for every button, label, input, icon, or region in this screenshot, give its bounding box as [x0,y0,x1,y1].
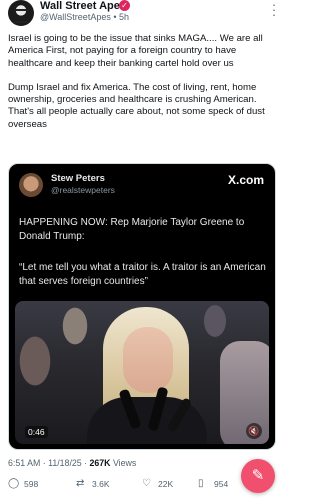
views-label: Views [110,458,137,468]
quoted-author-handle: @realstewpeters [51,185,115,195]
mute-icon[interactable]: 🔇 [246,423,262,439]
video-speaker-face [123,327,173,393]
handle-separator: • [110,12,119,22]
video-duration: 0:46 [25,426,48,438]
compose-icon: ✎ [251,467,265,484]
post-paragraph-2: Dump Israel and fix America. The cost of… [8,81,265,130]
reply-button[interactable]: ◯ 598 [8,478,38,489]
compose-button[interactable]: ✎ [241,459,275,493]
bookmark-button[interactable]: ▯ 954 [198,478,228,489]
like-button[interactable]: ♡ 22K [142,478,173,489]
more-options-icon[interactable]: · · · [270,0,278,21]
x-logo-icon: X.com [227,173,264,187]
post-header: Wall Street Apes ✓ @WallStreetApes • 5h … [8,0,278,26]
post-paragraph-1: Israel is going to be the issue that sin… [8,33,263,69]
bookmark-count: 954 [214,478,229,489]
verified-badge-icon: ✓ [119,0,130,11]
author-avatar[interactable] [8,0,34,26]
quoted-quote-text: “Let me tell you what a traitor is. A tr… [19,262,266,287]
quoted-post-card[interactable]: Stew Peters @realstewpeters X.com HAPPEN… [8,163,276,450]
action-bar: ◯ 598 ⇄ 3.6K ♡ 22K ▯ 954 [8,478,278,496]
quoted-author-name: Stew Peters [51,173,105,184]
author-name[interactable]: Wall Street Apes [40,0,126,12]
quoted-author-avatar [19,173,43,197]
author-handle-line: @WallStreetApes • 5h [40,12,129,22]
post-meta: 6:51 AM · 11/18/25 · 267K Views [8,458,136,468]
video-player[interactable]: 0:46 🔇 [15,301,269,444]
quoted-headline: HAPPENING NOW: Rep Marjorie Taylor Green… [19,217,245,242]
author-handle[interactable]: @WallStreetApes [40,12,111,22]
post-body: Israel is going to be the issue that sin… [8,33,280,143]
like-count: 22K [158,478,174,489]
bookmark-icon: ▯ [198,478,204,489]
reply-count: 598 [24,478,39,489]
reply-icon: ◯ [8,478,20,489]
heart-icon: ♡ [142,478,151,489]
post-time: 5h [118,12,129,22]
views-count[interactable]: 267K [90,458,111,468]
repost-icon: ⇄ [76,478,85,489]
repost-count: 3.6K [92,478,110,489]
post-timestamp: 6:51 AM · 11/18/25 · [8,458,90,468]
repost-button[interactable]: ⇄ 3.6K [76,478,110,489]
